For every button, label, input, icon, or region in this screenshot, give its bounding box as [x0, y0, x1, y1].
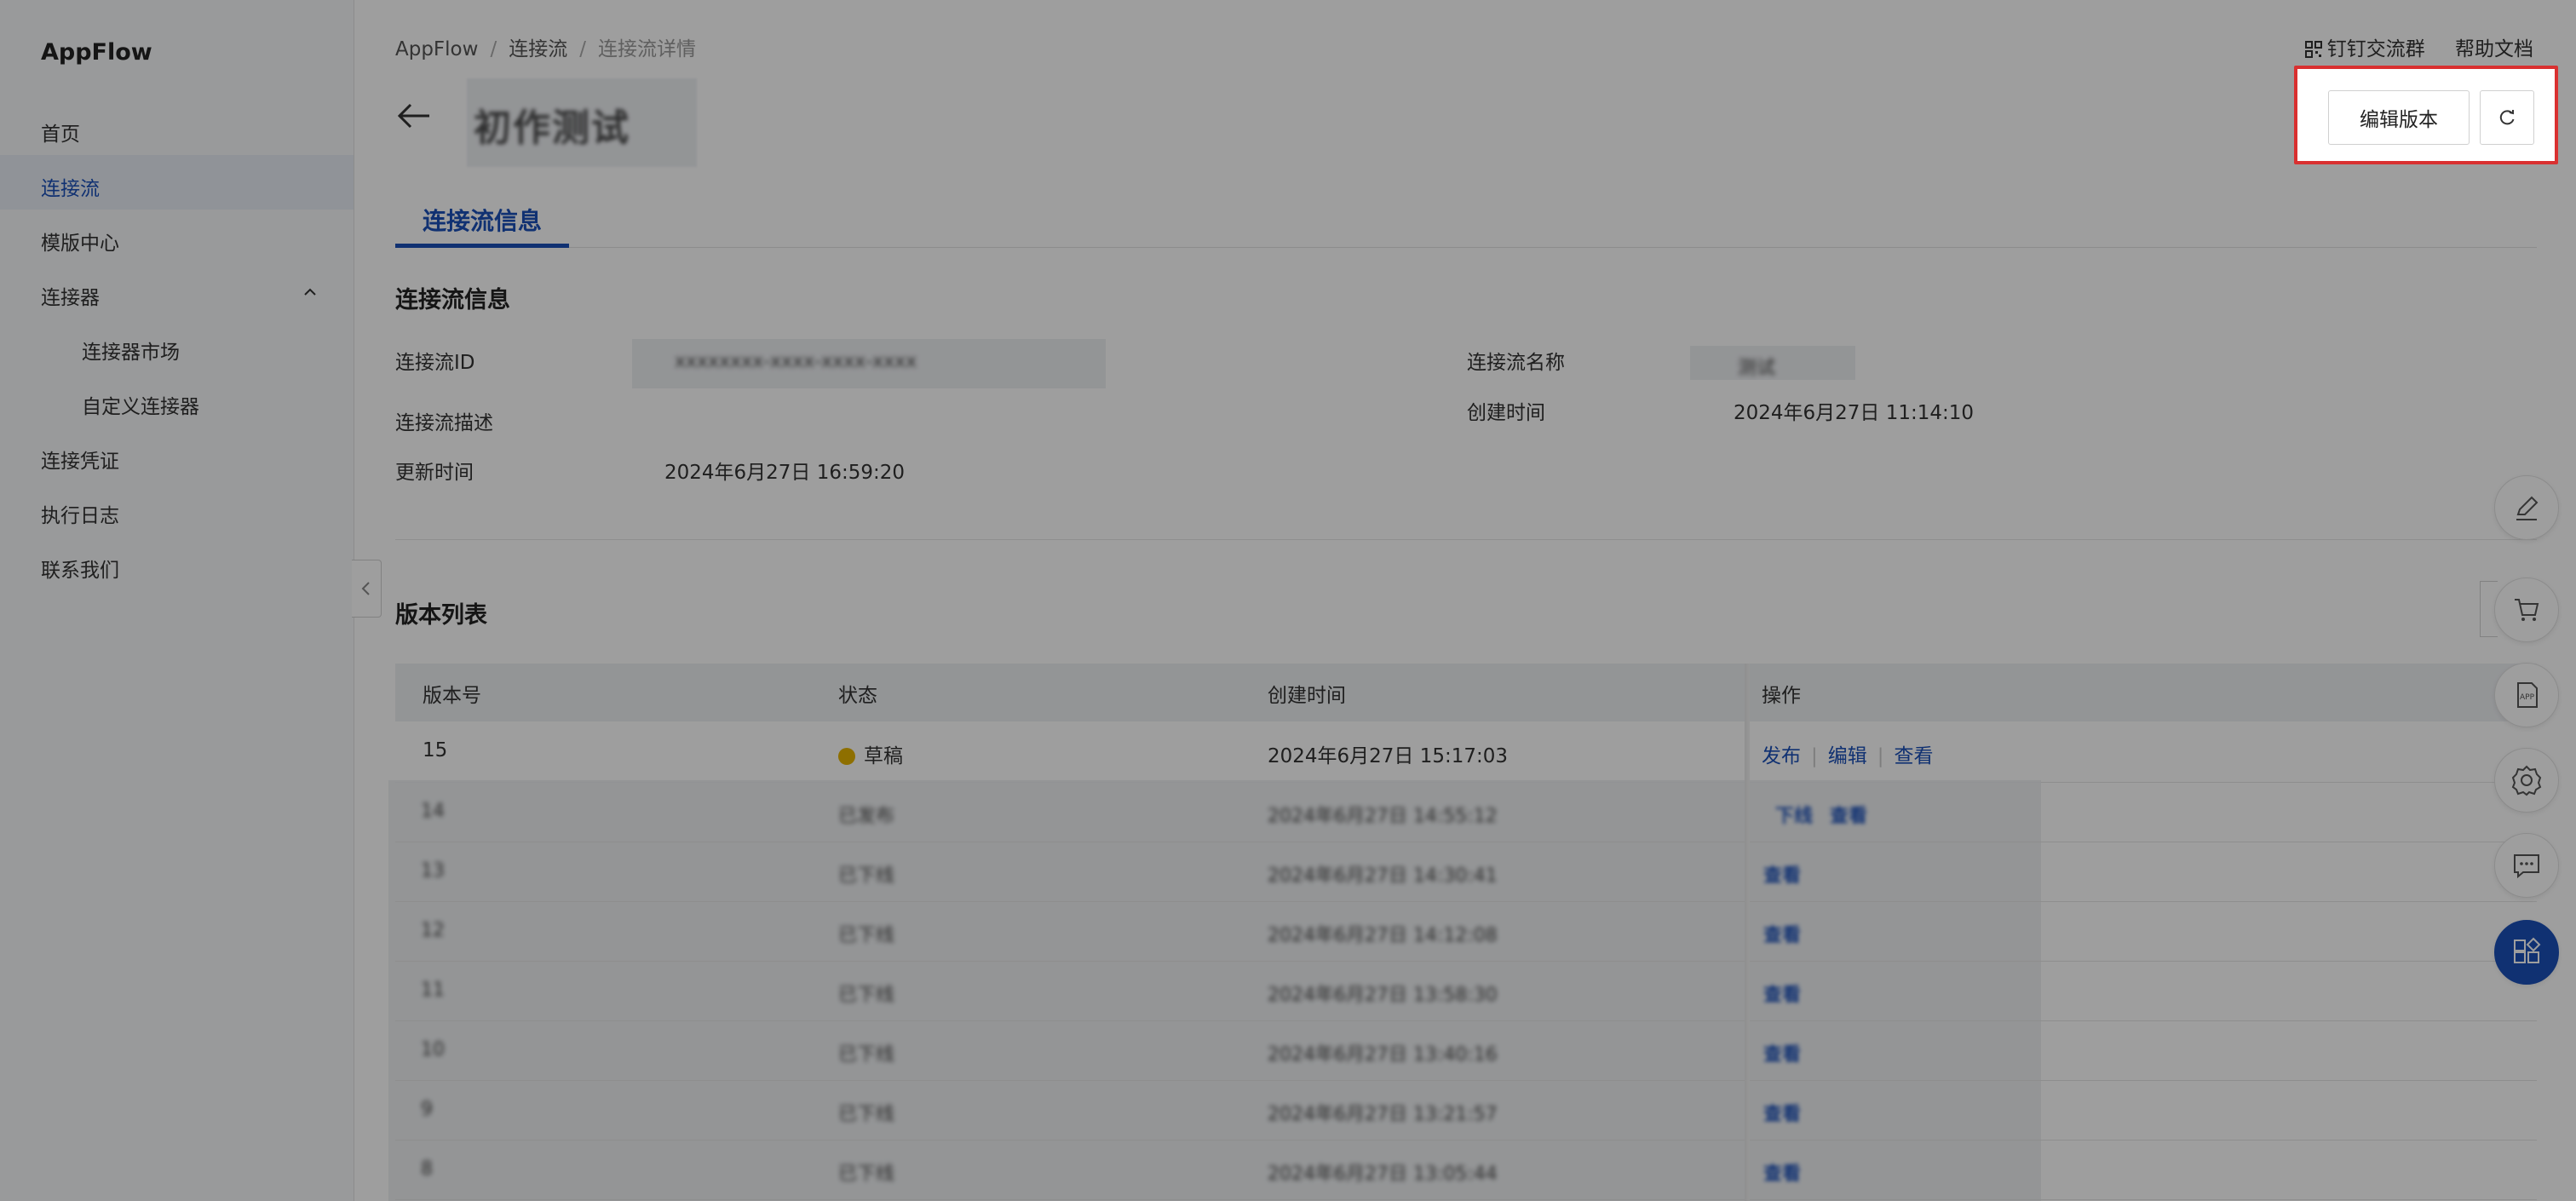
- apps-grid-button[interactable]: [2494, 920, 2559, 985]
- app-logo: AppFlow: [41, 39, 152, 66]
- row-status: 草稿: [838, 739, 903, 768]
- cart-icon: [2515, 599, 2539, 621]
- table-row: 8 已下线 2024年6月27日 13:05:44 查看: [395, 1140, 2537, 1200]
- publish-link[interactable]: 发布: [1762, 745, 1801, 767]
- view-link[interactable]: 查看: [1763, 1099, 1801, 1126]
- svg-text:APP: APP: [2520, 693, 2535, 702]
- row-version: 15: [423, 739, 448, 761]
- settings-icon: [2511, 765, 2542, 796]
- view-link[interactable]: 查看: [1830, 801, 1867, 828]
- view-link[interactable]: 查看: [1763, 980, 1801, 1007]
- app-icon: APP: [2517, 682, 2538, 708]
- created-time-label: 创建时间: [1467, 402, 1545, 424]
- chevron-left-icon: [361, 582, 370, 595]
- chevron-up-icon[interactable]: [302, 284, 318, 300]
- chat-tool-button[interactable]: [2494, 833, 2559, 898]
- edit-tool-button[interactable]: [2494, 475, 2559, 540]
- section-divider: [395, 539, 2537, 540]
- chat-icon: [2514, 854, 2539, 879]
- highlight-frame: [2294, 66, 2558, 164]
- edit-icon: [2516, 496, 2539, 520]
- breadcrumb-item-appflow[interactable]: AppFlow: [395, 38, 478, 60]
- col-header-status: 状态: [838, 685, 877, 707]
- versions-section-title: 版本列表: [395, 602, 487, 629]
- help-docs-link[interactable]: 帮助文档: [2455, 38, 2533, 60]
- dingtalk-group-link[interactable]: 钉钉交流群: [2304, 38, 2425, 60]
- row-created: 2024年6月27日 15:17:03: [1268, 745, 1509, 767]
- sidebar-item-custom-connector[interactable]: 自定义连接器: [82, 390, 199, 419]
- back-arrow-icon[interactable]: [395, 97, 433, 135]
- col-header-actions: 操作: [1762, 685, 1801, 707]
- fixed-column-shadow: [1745, 664, 1750, 1201]
- sidebar-item-flows[interactable]: 连接流: [41, 172, 100, 201]
- flow-name-label: 连接流名称: [1467, 352, 1565, 374]
- flow-desc-label: 连接流描述: [395, 412, 493, 434]
- flow-id-value: xxxxxxxx-xxxx-xxxx-xxxx: [632, 339, 1106, 388]
- draft-status-icon: [838, 748, 855, 765]
- table-row: 13 已下线 2024年6月27日 14:30:41 查看: [395, 842, 2537, 902]
- col-header-version: 版本号: [423, 685, 481, 707]
- created-time-value: 2024年6月27日 11:14:10: [1734, 402, 1975, 424]
- flow-id-label: 连接流ID: [395, 352, 475, 374]
- sidebar-item-connectors[interactable]: 连接器: [41, 281, 100, 310]
- sidebar-item-home[interactable]: 首页: [41, 118, 80, 147]
- edit-link[interactable]: 编辑: [1828, 745, 1867, 767]
- sidebar-collapse-button[interactable]: [352, 560, 382, 618]
- page-title: 初作测试: [467, 78, 697, 167]
- breadcrumb-item-current: 连接流详情: [597, 38, 696, 60]
- info-section-title: 连接流信息: [395, 287, 510, 313]
- breadcrumb-item-flows[interactable]: 连接流: [509, 38, 567, 60]
- cart-tool-button[interactable]: [2494, 578, 2559, 642]
- table-row: 12 已下线 2024年6月27日 14:12:08 查看: [395, 901, 2537, 962]
- sidebar-item-connector-market[interactable]: 连接器市场: [82, 336, 180, 365]
- table-row: 10 已下线 2024年6月27日 13:40:16 查看: [395, 1020, 2537, 1081]
- sidebar-item-credentials[interactable]: 连接凭证: [41, 445, 119, 474]
- sidebar: AppFlow 首页 连接流 模版中心 连接器 连接器市场 自定义连接器 连接凭…: [0, 0, 354, 1201]
- view-link[interactable]: 查看: [1763, 1158, 1801, 1186]
- table-row: 15 草稿 2024年6月27日 15:17:03 发布 | 编辑 | 查看: [395, 722, 2537, 783]
- tab-active-indicator: [395, 244, 569, 248]
- view-link[interactable]: 查看: [1763, 860, 1801, 888]
- table-header: 版本号 状态 创建时间 操作: [395, 664, 2537, 721]
- table-row: 9 已下线 2024年6月27日 13:21:57 查看: [395, 1080, 2537, 1141]
- col-header-created: 创建时间: [1268, 685, 1346, 707]
- table-row: 11 已下线 2024年6月27日 13:58:30 查看: [395, 961, 2537, 1021]
- app-tool-button[interactable]: APP: [2494, 663, 2559, 727]
- table-row: 14 已发布 2024年6月27日 14:55:12 下线 查看: [395, 782, 2537, 842]
- row-actions: 发布 | 编辑 | 查看: [1762, 745, 1934, 767]
- offline-link[interactable]: 下线: [1775, 801, 1813, 828]
- tab-flow-info[interactable]: 连接流信息: [423, 203, 542, 237]
- view-link[interactable]: 查看: [1763, 1039, 1801, 1066]
- updated-time-value: 2024年6月27日 16:59:20: [664, 462, 906, 484]
- updated-time-label: 更新时间: [395, 462, 474, 484]
- sidebar-item-logs[interactable]: 执行日志: [41, 499, 119, 528]
- qrcode-icon: [2304, 41, 2322, 58]
- flow-name-value: 测试: [1690, 346, 1855, 380]
- settings-tool-button[interactable]: [2494, 748, 2559, 813]
- breadcrumb: AppFlow / 连接流 / 连接流详情: [395, 38, 696, 60]
- view-link[interactable]: 查看: [1763, 920, 1801, 947]
- grid-icon: [2514, 937, 2541, 963]
- sidebar-item-contact[interactable]: 联系我们: [41, 554, 119, 583]
- tab-bar-line: [395, 247, 2537, 248]
- sidebar-item-templates[interactable]: 模版中心: [41, 227, 119, 256]
- view-link[interactable]: 查看: [1895, 745, 1934, 767]
- top-links: 钉钉交流群 帮助文档: [2281, 32, 2533, 61]
